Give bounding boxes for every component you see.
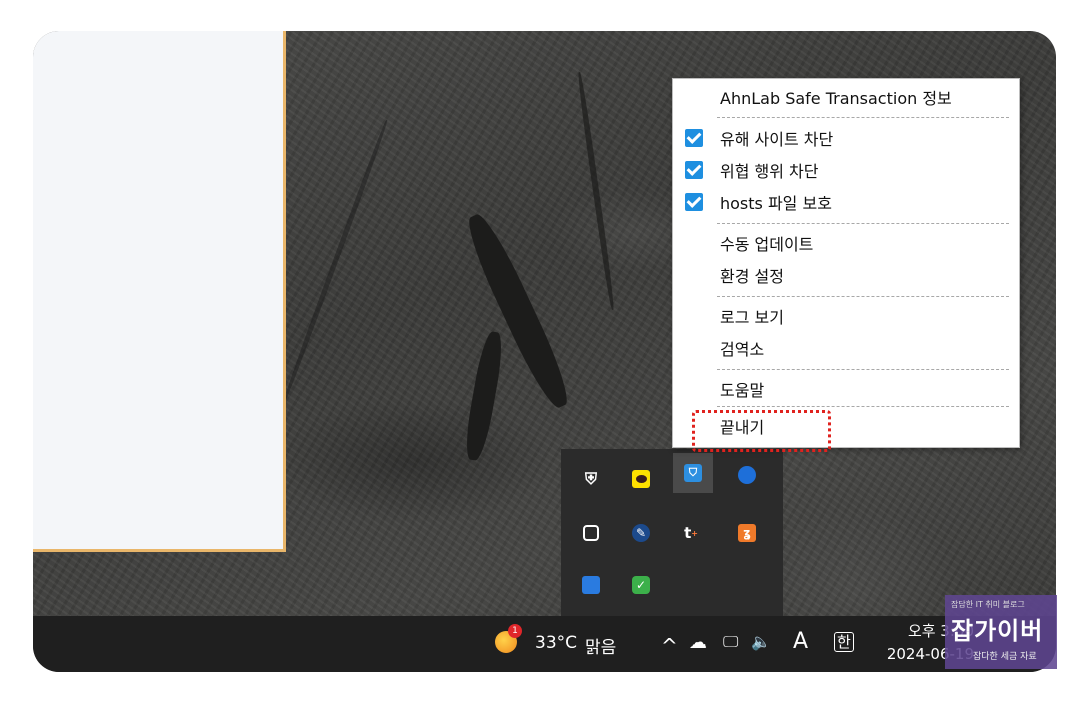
orange-app-icon: ʓ: [738, 524, 756, 542]
watermark-tagline: 잡담한 IT 취미 블로그: [951, 600, 1025, 609]
blog-watermark: 잡담한 IT 취미 블로그 잡가이버 잡다한 세금 자료: [945, 595, 1057, 669]
network-icon[interactable]: 🖵: [723, 632, 738, 652]
tray-cell[interactable]: t +: [673, 515, 709, 551]
menu-item-quarantine[interactable]: 검역소: [673, 333, 1019, 363]
checkmark-icon: [685, 129, 703, 147]
menu-separator: [717, 406, 1009, 407]
camera-icon: [583, 525, 599, 541]
wallpaper-crack: [281, 119, 390, 403]
menu-item-settings[interactable]: 환경 설정: [673, 260, 1019, 290]
menu-item-label: 수동 업데이트: [720, 235, 814, 254]
menu-item-label: hosts 파일 보호: [720, 194, 832, 213]
ahnlab-safe-transaction-icon: ⛉: [684, 464, 702, 482]
wrench-tool-icon: ✎: [632, 524, 650, 542]
menu-item-block-harmful-sites[interactable]: 유해 사이트 차단: [673, 123, 1019, 153]
tray-cell[interactable]: ✓: [623, 567, 659, 603]
taskbar: 1 33°C 맑음 ^ ☁ 🖵 🔈 A 한 오후 3:00 2024-06-19: [33, 616, 1056, 672]
tray-cell[interactable]: [573, 567, 609, 603]
weather-notification-badge: 1: [508, 624, 522, 638]
menu-item-info[interactable]: AhnLab Safe Transaction 정보: [673, 82, 1019, 112]
tray-chevron-icon[interactable]: ^: [661, 634, 678, 658]
menu-item-label: 유해 사이트 차단: [720, 130, 834, 149]
tray-cell[interactable]: ʓ: [729, 515, 765, 551]
weather-condition[interactable]: 맑음: [585, 633, 616, 658]
weather-temperature[interactable]: 33°C: [535, 633, 577, 653]
menu-item-view-log[interactable]: 로그 보기: [673, 301, 1019, 331]
tray-cell-selected[interactable]: ⛉: [673, 453, 713, 493]
tray-cell[interactable]: ⛨: [573, 461, 609, 497]
tray-overflow-popup: ⛨ ⛉ ✎ t + ʓ ✓: [561, 449, 783, 619]
blue-app-icon: [738, 466, 756, 484]
watermark-subtitle: 잡다한 세금 자료: [973, 652, 1037, 662]
blue-folder-icon: [582, 576, 600, 594]
menu-separator: [717, 117, 1009, 118]
watermark-title: 잡가이버: [951, 617, 1044, 645]
wallpaper-crack: [576, 71, 616, 311]
menu-item-label: AhnLab Safe Transaction 정보: [720, 89, 952, 108]
menu-item-help[interactable]: 도움말: [673, 374, 1019, 404]
menu-item-label: 검역소: [720, 340, 765, 359]
onedrive-cloud-icon[interactable]: ☁: [689, 632, 707, 653]
green-check-icon: ✓: [632, 576, 650, 594]
volume-icon[interactable]: 🔈: [751, 632, 771, 651]
menu-separator: [717, 296, 1009, 297]
hangul-input-indicator[interactable]: 한: [834, 632, 854, 652]
wallpaper-crack: [461, 330, 507, 462]
menu-item-label: 위협 행위 차단: [720, 162, 819, 181]
menu-item-manual-update[interactable]: 수동 업데이트: [673, 228, 1019, 258]
menu-separator: [717, 369, 1009, 370]
exit-highlight-box: [692, 410, 831, 452]
menu-item-label: 로그 보기: [720, 308, 784, 327]
menu-item-label: 환경 설정: [720, 267, 784, 286]
ime-mode-indicator[interactable]: A: [793, 629, 808, 654]
tray-cell[interactable]: ✎: [623, 515, 659, 551]
kakaotalk-icon: [632, 470, 650, 488]
tray-cell[interactable]: [729, 457, 765, 493]
menu-item-block-threat-behavior[interactable]: 위협 행위 차단: [673, 155, 1019, 185]
background-window[interactable]: [33, 31, 286, 552]
windows-security-warning-icon: ⛨: [584, 469, 597, 488]
menu-item-hosts-protection[interactable]: hosts 파일 보호: [673, 187, 1019, 217]
tray-cell[interactable]: [623, 461, 659, 497]
ahnlab-context-menu: AhnLab Safe Transaction 정보 유해 사이트 차단 위협 …: [672, 78, 1020, 448]
menu-separator: [717, 223, 1009, 224]
checkmark-icon: [685, 193, 703, 211]
checkmark-icon: [685, 161, 703, 179]
tray-cell[interactable]: [573, 515, 609, 551]
t-plus-icon: t +: [684, 524, 698, 542]
menu-item-label: 도움말: [720, 381, 765, 400]
